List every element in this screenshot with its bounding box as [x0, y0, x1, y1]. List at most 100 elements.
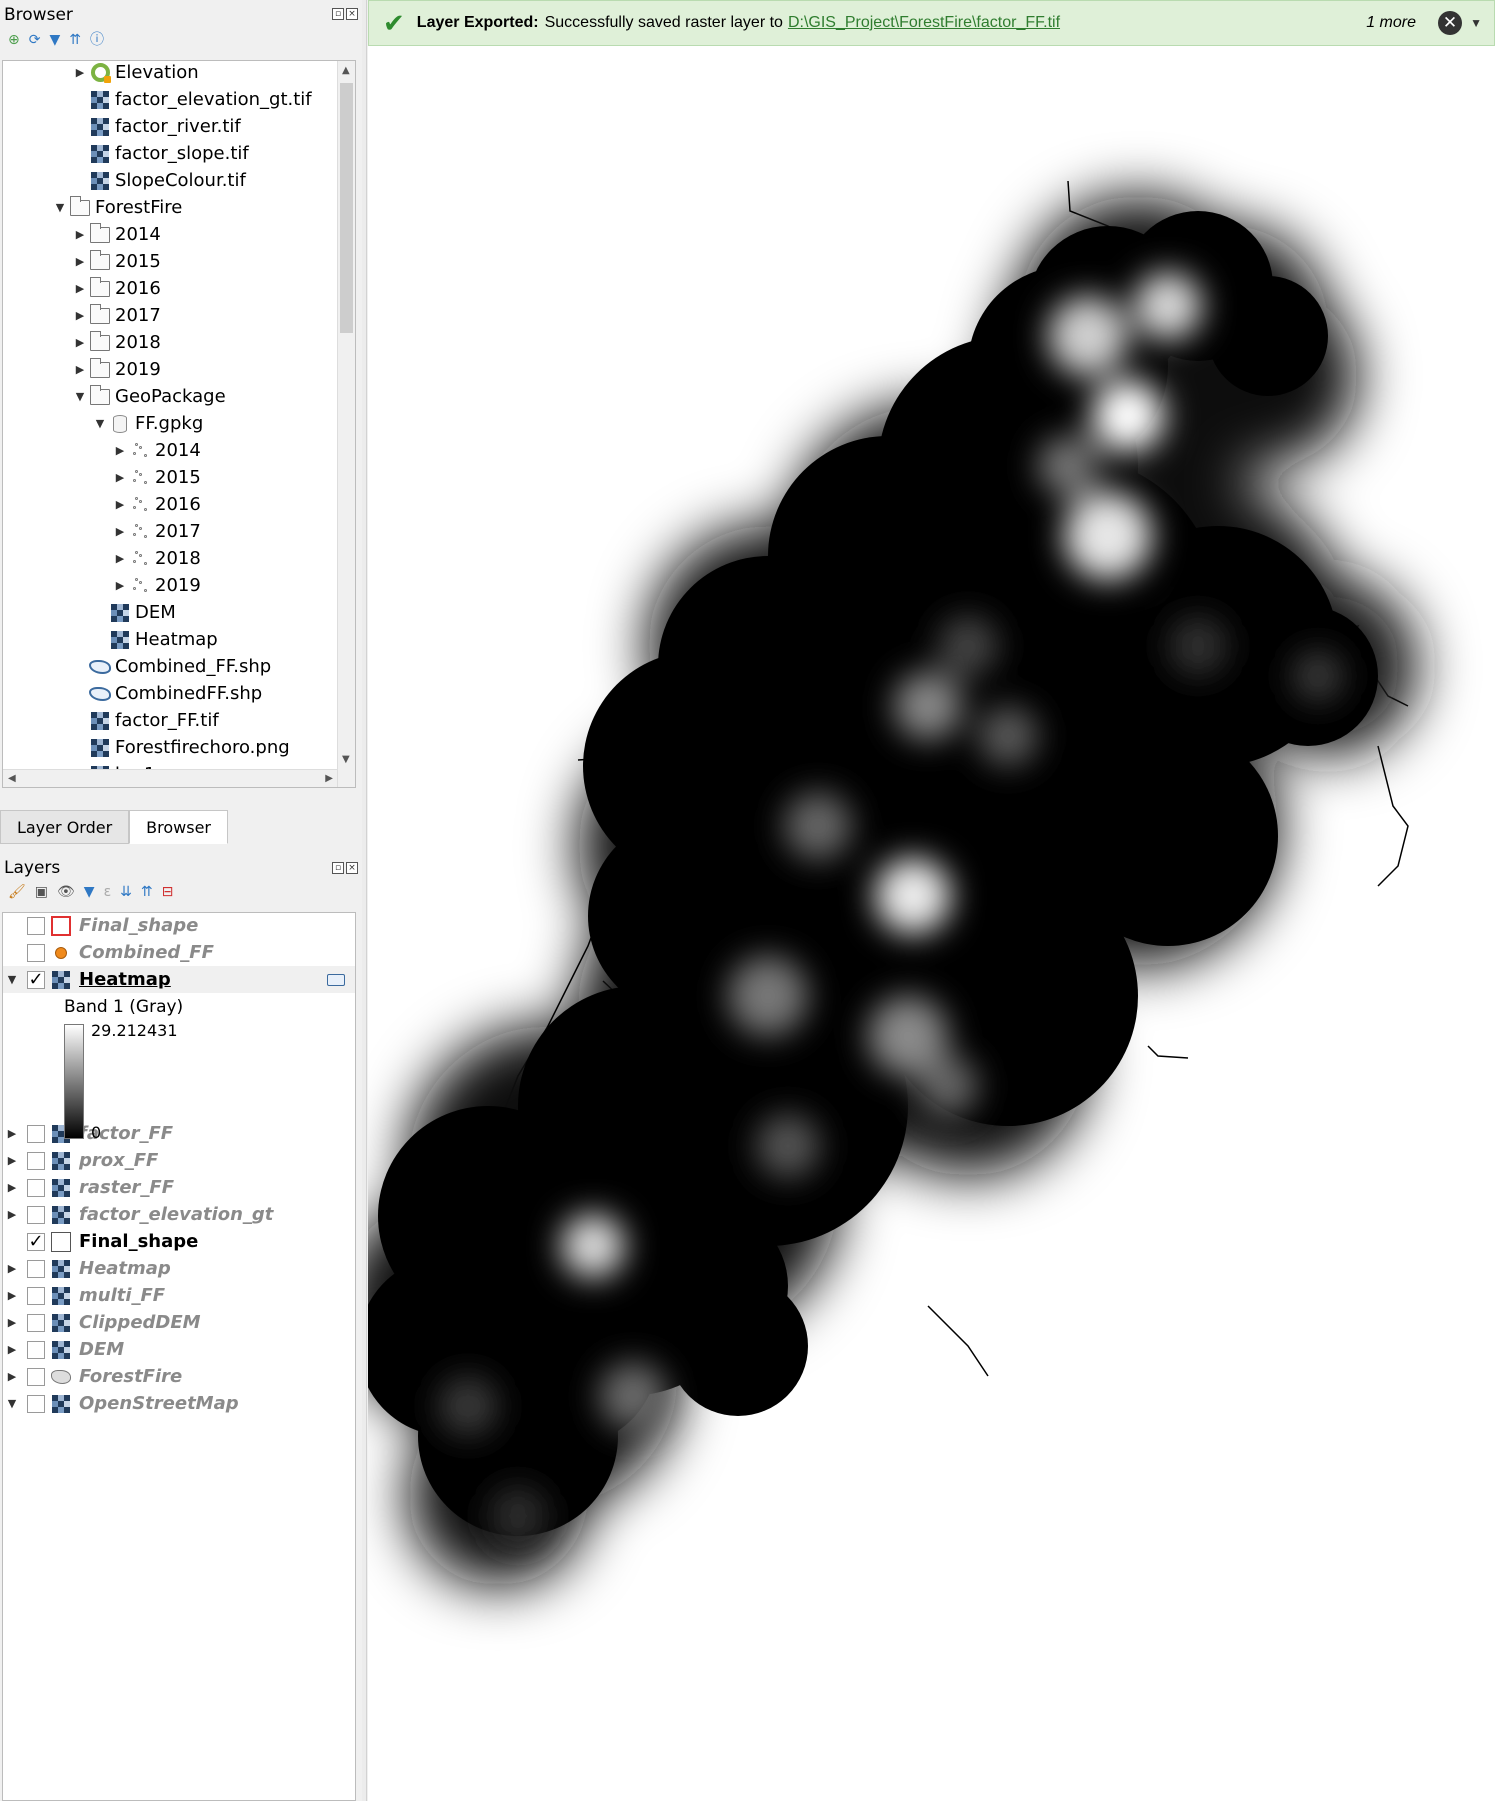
- browser-item[interactable]: ▼ ForestFire: [53, 194, 182, 221]
- layer-visibility-checkbox[interactable]: ✓: [27, 1232, 45, 1251]
- collapsed-arrow-icon[interactable]: ▶: [5, 1154, 19, 1167]
- browser-item[interactable]: Forestfirechoro.png: [73, 734, 290, 761]
- scrollbar-thumb[interactable]: [340, 83, 353, 333]
- collapsed-arrow-icon[interactable]: ▶: [113, 498, 127, 511]
- collapsed-arrow-icon[interactable]: ▶: [5, 1370, 19, 1383]
- browser-item[interactable]: factor_river.tif: [73, 113, 241, 140]
- expand-all-icon[interactable]: ⇊: [120, 884, 132, 900]
- collapsed-arrow-icon[interactable]: ▶: [5, 1289, 19, 1302]
- browser-item[interactable]: Combined_FF.shp: [73, 653, 271, 680]
- close-icon[interactable]: ×: [346, 862, 358, 874]
- collapsed-arrow-icon[interactable]: ▶: [73, 363, 87, 376]
- style-manager-icon[interactable]: 🖌: [8, 884, 26, 900]
- layer-visibility-checkbox[interactable]: [27, 1367, 45, 1386]
- expanded-arrow-icon[interactable]: ▼: [53, 201, 67, 214]
- layer-visibility-checkbox[interactable]: [27, 943, 45, 962]
- expanded-arrow-icon[interactable]: ▼: [5, 1397, 19, 1410]
- collapsed-arrow-icon[interactable]: ▶: [73, 255, 87, 268]
- collapsed-arrow-icon[interactable]: ▶: [5, 1262, 19, 1275]
- layer-indicator-icon[interactable]: [327, 973, 345, 986]
- horizontal-scrollbar[interactable]: ◀ ▶: [3, 769, 337, 787]
- browser-item[interactable]: ▼ FF.gpkg: [93, 410, 203, 437]
- collapsed-arrow-icon[interactable]: ▶: [5, 1316, 19, 1329]
- map-canvas[interactable]: [368, 46, 1495, 1801]
- layer-item[interactable]: ▼ ✓ Heatmap: [3, 966, 355, 993]
- expanded-arrow-icon[interactable]: ▼: [5, 973, 19, 986]
- layer-visibility-checkbox[interactable]: [27, 1124, 45, 1143]
- close-icon[interactable]: ×: [346, 8, 358, 20]
- layer-visibility-checkbox[interactable]: [27, 1178, 45, 1197]
- add-group-icon[interactable]: ▣: [35, 884, 48, 900]
- browser-item[interactable]: SlopeColour.tif: [73, 167, 246, 194]
- float-icon[interactable]: ▫: [332, 8, 344, 20]
- browser-item[interactable]: ▶ 2015: [73, 248, 161, 275]
- browser-item[interactable]: ▶ 2014: [73, 221, 161, 248]
- layer-item[interactable]: ▼ OpenStreetMap: [3, 1390, 355, 1417]
- browser-item[interactable]: ▶ 2016: [73, 275, 161, 302]
- collapsed-arrow-icon[interactable]: ▶: [73, 228, 87, 241]
- browser-tree[interactable]: ▶ Elevation factor_elevation_gt.tif factor_…: [2, 60, 356, 788]
- expanded-arrow-icon[interactable]: ▼: [93, 417, 107, 430]
- layer-visibility-checkbox[interactable]: [27, 1205, 45, 1224]
- layer-item[interactable]: ▶ Heatmap: [3, 1255, 355, 1282]
- dock-splitter[interactable]: [362, 0, 367, 1801]
- collapsed-arrow-icon[interactable]: ▶: [73, 336, 87, 349]
- browser-item[interactable]: CombinedFF.shp: [73, 680, 262, 707]
- filter-legend-icon[interactable]: ▼: [84, 884, 95, 900]
- more-messages-label[interactable]: 1 more: [1366, 14, 1416, 32]
- collapsed-arrow-icon[interactable]: ▶: [113, 471, 127, 484]
- tab-browser[interactable]: Browser: [129, 810, 229, 844]
- browser-item[interactable]: ▶ 2018: [113, 545, 201, 572]
- browser-item[interactable]: ▼ GeoPackage: [73, 383, 226, 410]
- browser-item[interactable]: ▶ 2019: [73, 356, 161, 383]
- collapsed-arrow-icon[interactable]: ▶: [113, 579, 127, 592]
- collapsed-arrow-icon[interactable]: ▶: [73, 309, 87, 322]
- filter-expression-icon[interactable]: ε: [104, 884, 112, 900]
- collapsed-arrow-icon[interactable]: ▶: [113, 525, 127, 538]
- vertical-scrollbar[interactable]: ▲ ▼: [337, 61, 355, 787]
- layer-item[interactable]: ▶ multi_FF: [3, 1282, 355, 1309]
- browser-item[interactable]: ▶ 2015: [113, 464, 201, 491]
- layer-item[interactable]: Combined_FF: [3, 939, 355, 966]
- browser-item[interactable]: factor_slope.tif: [73, 140, 249, 167]
- browser-item[interactable]: factor_elevation_gt.tif: [73, 86, 312, 113]
- scroll-down-icon[interactable]: ▼: [342, 754, 350, 765]
- expanded-arrow-icon[interactable]: ▼: [73, 390, 87, 403]
- export-path-link[interactable]: D:\GIS_Project\ForestFire\factor_FF.tif: [788, 14, 1060, 32]
- layer-item[interactable]: ▶ factor_FF: [3, 1120, 355, 1147]
- layer-visibility-checkbox[interactable]: [27, 1286, 45, 1305]
- manage-visibility-icon[interactable]: 👁: [57, 884, 75, 900]
- browser-item[interactable]: ▶ 2017: [113, 518, 201, 545]
- browser-item[interactable]: DEM: [93, 599, 176, 626]
- collapse-all-icon[interactable]: ⇈: [141, 884, 153, 900]
- layer-item[interactable]: ▶ raster_FF: [3, 1174, 355, 1201]
- collapsed-arrow-icon[interactable]: ▶: [5, 1343, 19, 1356]
- filter-icon[interactable]: ▼: [49, 32, 60, 48]
- remove-layer-icon[interactable]: ⊟: [162, 884, 174, 900]
- collapsed-arrow-icon[interactable]: ▶: [73, 66, 87, 79]
- browser-item[interactable]: ▶ 2018: [73, 329, 161, 356]
- close-message-icon[interactable]: ✕: [1438, 11, 1462, 35]
- layer-item[interactable]: ▶ ClippedDEM: [3, 1309, 355, 1336]
- browser-item[interactable]: factor_FF.tif: [73, 707, 219, 734]
- scroll-left-icon[interactable]: ◀: [8, 773, 16, 784]
- collapsed-arrow-icon[interactable]: ▶: [5, 1127, 19, 1140]
- float-icon[interactable]: ▫: [332, 862, 344, 874]
- layer-item[interactable]: ▶ prox_FF: [3, 1147, 355, 1174]
- layer-item[interactable]: Final_shape: [3, 912, 355, 939]
- layer-item[interactable]: ✓ Final_shape: [3, 1228, 355, 1255]
- collapsed-arrow-icon[interactable]: ▶: [113, 552, 127, 565]
- scroll-right-icon[interactable]: ▶: [325, 773, 333, 784]
- browser-item[interactable]: ▶ 2016: [113, 491, 201, 518]
- browser-item[interactable]: Heatmap: [93, 626, 218, 653]
- layer-visibility-checkbox[interactable]: [27, 1313, 45, 1332]
- chevron-down-icon[interactable]: ▼: [1470, 16, 1482, 30]
- collapsed-arrow-icon[interactable]: ▶: [5, 1208, 19, 1221]
- browser-item[interactable]: ▶ Elevation: [73, 61, 199, 86]
- layer-item[interactable]: ▶ factor_elevation_gt: [3, 1201, 355, 1228]
- tab-layer-order[interactable]: Layer Order: [0, 810, 130, 844]
- layer-visibility-checkbox[interactable]: [27, 1151, 45, 1170]
- layer-item[interactable]: ▶ ForestFire: [3, 1363, 355, 1390]
- layers-tree[interactable]: Final_shape Combined_FF ▼ ✓ Heatmap ▶ factor_F…: [2, 912, 356, 1801]
- browser-item[interactable]: ▶ 2019: [113, 572, 201, 599]
